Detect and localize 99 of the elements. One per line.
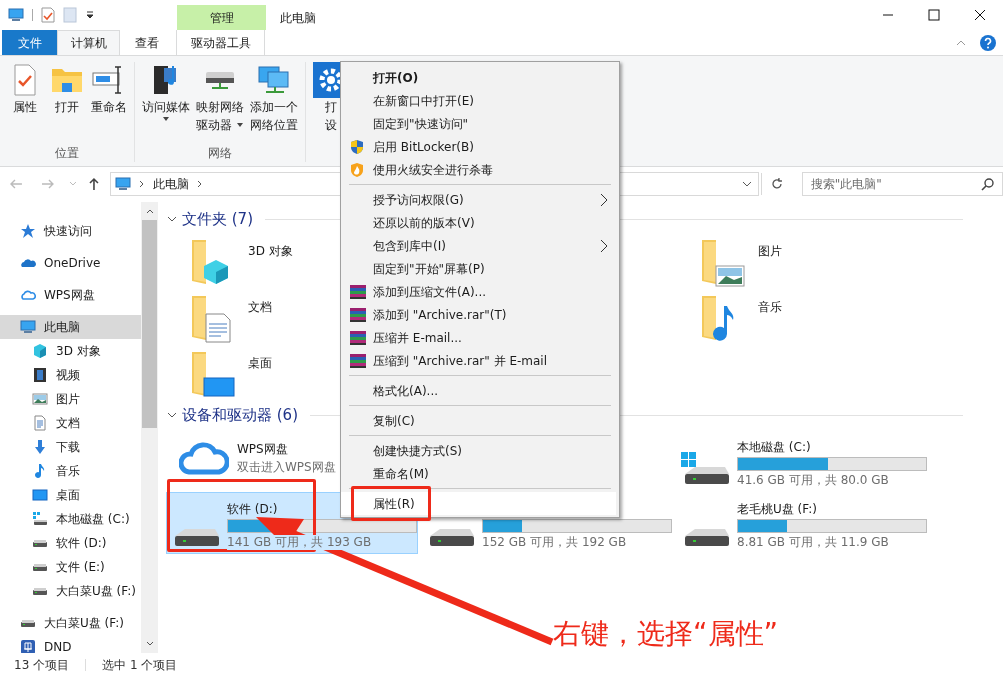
- breadcrumb-chevron-icon[interactable]: [196, 180, 203, 188]
- monitor-icon: [20, 319, 36, 335]
- nav-item[interactable]: 快速访问: [0, 219, 141, 243]
- menu-item[interactable]: 压缩到 "Archive.rar" 并 E-mail: [341, 349, 616, 372]
- shield-icon: [349, 138, 365, 155]
- submenu-chevron-icon: [600, 238, 608, 253]
- maximize-icon: [928, 9, 940, 21]
- nav-item[interactable]: 3D 对象: [0, 339, 141, 363]
- status-text: 选中 1 个项目: [102, 657, 178, 674]
- ribbon-tab[interactable]: 计算机: [57, 30, 120, 55]
- ribbon-button[interactable]: 添加一个 网络位置: [247, 62, 301, 144]
- drive-icon: [33, 539, 47, 547]
- status-text: 13 个项目: [14, 657, 70, 674]
- film-icon: [32, 367, 48, 383]
- nav-item[interactable]: 视频: [0, 363, 141, 387]
- menu-item[interactable]: 固定到"快速访问": [341, 112, 616, 135]
- drive-icon: [21, 619, 35, 627]
- nav-item[interactable]: WPS网盘: [0, 283, 141, 307]
- help-icon[interactable]: [979, 34, 997, 52]
- menu-item[interactable]: 固定到"开始"屏幕(P): [341, 257, 616, 280]
- menu-item[interactable]: 打开(O): [341, 66, 616, 89]
- nav-item[interactable]: 本地磁盘 (C:): [0, 507, 141, 531]
- menu-item[interactable]: 重命名(M): [341, 462, 616, 485]
- books-stack-icon: [349, 283, 367, 300]
- menu-item[interactable]: 复制(C): [341, 409, 616, 432]
- folder-item[interactable]: 图片: [676, 238, 931, 288]
- ribbon-button[interactable]: 访问媒体: [139, 62, 193, 144]
- drive-icon: [33, 587, 47, 595]
- nav-item[interactable]: 大白菜U盘 (F:): [0, 579, 141, 603]
- ribbon-group-label: 位置: [54, 145, 80, 162]
- breadcrumb-item[interactable]: 此电脑: [152, 175, 189, 193]
- refresh-icon[interactable]: [769, 177, 784, 191]
- menu-item[interactable]: 还原以前的版本(V): [341, 211, 616, 234]
- checkmark-document-icon[interactable]: [41, 7, 55, 23]
- contextual-tab-header: 管理: [177, 5, 266, 30]
- section-header: 文件夹 (7): [182, 208, 253, 230]
- close-icon: [974, 9, 986, 21]
- image-icon: [32, 391, 48, 407]
- ribbon-tab[interactable]: 查看: [120, 30, 174, 55]
- nav-item[interactable]: OneDrive: [0, 251, 141, 275]
- nav-item[interactable]: 图片: [0, 387, 141, 411]
- ribbon-group-label: 网络: [207, 145, 233, 162]
- star-icon: [20, 223, 36, 239]
- menu-item[interactable]: 属性(R): [341, 492, 616, 515]
- ribbon-button[interactable]: 属性: [4, 62, 46, 144]
- ribbon-button[interactable]: 打开: [46, 62, 88, 144]
- desktop-icon: [32, 487, 48, 503]
- network-drive-icon: [20, 639, 36, 653]
- menu-item[interactable]: 在新窗口中打开(E): [341, 89, 616, 112]
- nav-item[interactable]: 软件 (D:): [0, 531, 141, 555]
- submenu-chevron-icon: [600, 192, 608, 207]
- nav-item[interactable]: 桌面: [0, 483, 141, 507]
- menu-item[interactable]: 创建快捷方式(S): [341, 439, 616, 462]
- folder-item[interactable]: 音乐: [676, 294, 931, 344]
- menu-item[interactable]: 包含到库中(I): [341, 234, 616, 257]
- download-arrow-icon: [32, 439, 48, 455]
- scrollbar-thumb[interactable]: [142, 220, 157, 428]
- dropdown-caret-icon: [162, 116, 170, 122]
- books-stack-icon: [349, 306, 367, 323]
- dropdown-caret-icon: [236, 122, 244, 128]
- nav-item[interactable]: DND: [0, 635, 141, 653]
- monitor-icon: [8, 7, 24, 23]
- windows-drive-icon: [681, 452, 729, 485]
- drive-item[interactable]: 本地磁盘 (C:) 41.6 GB 可用，共 80.0 GB: [676, 430, 928, 492]
- nav-item[interactable]: 文档: [0, 411, 141, 435]
- search-icon: [981, 177, 995, 191]
- nav-item[interactable]: 文件 (E:): [0, 555, 141, 579]
- nav-item[interactable]: 此电脑: [0, 315, 141, 339]
- network-drive-icon: [206, 71, 234, 89]
- ribbon-button[interactable]: 映射网络 驱动器: [193, 62, 247, 144]
- books-stack-icon: [349, 329, 367, 346]
- menu-item[interactable]: 添加到压缩文件(A)...: [341, 280, 616, 303]
- books-stack-icon: [349, 352, 367, 369]
- document-icon: [32, 415, 48, 431]
- ribbon-button[interactable]: 重命名: [88, 62, 130, 144]
- section-header: 设备和驱动器 (6): [182, 404, 298, 426]
- cube-icon: [32, 343, 48, 359]
- menu-item[interactable]: 格式化(A)...: [341, 379, 616, 402]
- drive-icon: [175, 529, 219, 547]
- window-title: 此电脑: [280, 10, 316, 27]
- scrollbar[interactable]: [141, 202, 158, 653]
- ribbon-tab[interactable]: 文件: [2, 30, 57, 55]
- menu-item[interactable]: 压缩并 E-mail...: [341, 326, 616, 349]
- annotation-text: 右键，选择“属性”: [553, 620, 778, 648]
- nav-item[interactable]: 下载: [0, 435, 141, 459]
- monitor-icon: [114, 176, 131, 192]
- drive-icon: [430, 529, 474, 547]
- menu-item[interactable]: 启用 BitLocker(B): [341, 135, 616, 158]
- search-field[interactable]: 搜索"此电脑": [801, 172, 1003, 196]
- flame-shield-icon: [349, 161, 365, 178]
- drive-icon: [33, 563, 47, 571]
- windows-drive-icon: [32, 511, 48, 527]
- drive-icon: [685, 529, 729, 547]
- nav-item[interactable]: 音乐: [0, 459, 141, 483]
- menu-item[interactable]: 添加到 "Archive.rar"(T): [341, 303, 616, 326]
- dropdown-caret-icon[interactable]: [85, 10, 95, 20]
- drive-item[interactable]: 老毛桃U盘 (F:) 8.81 GB 可用，共 11.9 GB: [676, 492, 928, 554]
- nav-item[interactable]: 大白菜U盘 (F:): [0, 611, 141, 635]
- breadcrumb-chevron-icon[interactable]: [138, 180, 145, 188]
